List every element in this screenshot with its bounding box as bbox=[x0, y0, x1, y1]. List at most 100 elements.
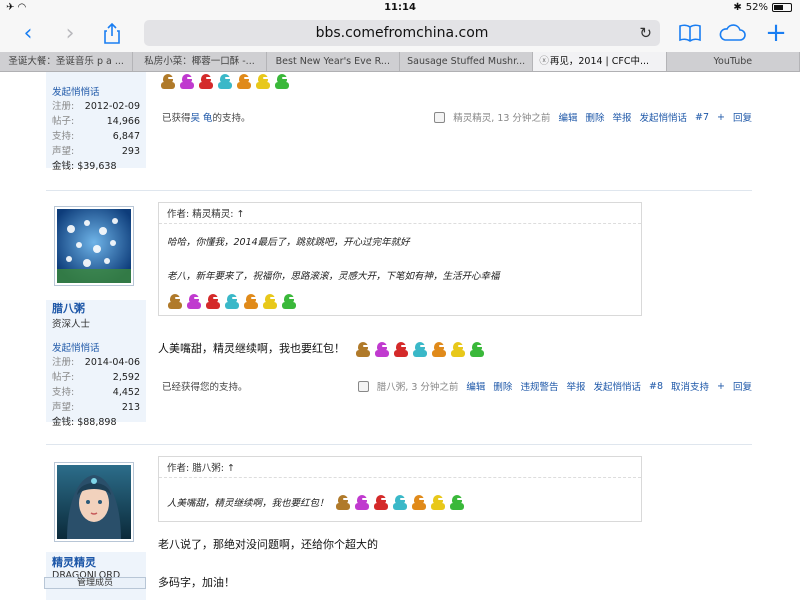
post-separator bbox=[46, 444, 752, 445]
support-text: 已获得 bbox=[162, 113, 191, 124]
tab-bar: 圣诞大餐：圣诞音乐 p a ... 私房小菜：椰蓉一口酥 -... Best N… bbox=[0, 52, 800, 72]
post3-username[interactable]: 精灵精灵 bbox=[46, 552, 146, 570]
emoticon-icon bbox=[449, 494, 465, 510]
emoticon-icon bbox=[160, 73, 176, 89]
support-text: 的支持。 bbox=[212, 113, 251, 124]
post3-role-badge: 管理成员 bbox=[44, 577, 146, 589]
cancel-support-link[interactable]: 取消支持 bbox=[671, 379, 709, 393]
emoticon-icon bbox=[243, 293, 259, 309]
emoticon-icon bbox=[393, 341, 409, 357]
edit-link[interactable]: 编辑 bbox=[558, 110, 577, 124]
bookmarks-icon[interactable] bbox=[676, 19, 704, 47]
report-link[interactable]: 举报 bbox=[566, 379, 585, 393]
send-message-link[interactable]: 发起悄悄话 bbox=[639, 110, 687, 124]
forward-icon[interactable]: › bbox=[56, 19, 84, 47]
post2-stats: 注册: 2014-04-06 帖子: 2,592 支持: 4,452 声望: 213 金… bbox=[46, 355, 146, 430]
edit-link[interactable]: 编辑 bbox=[466, 379, 485, 393]
post3-message2: 多码字，加油！ bbox=[158, 576, 235, 589]
post2-username[interactable]: 腊八粥 bbox=[46, 300, 146, 316]
tab-5-active[interactable]: ⓧ 再见，2014 | CFC中... bbox=[533, 52, 667, 71]
emoticon-icon bbox=[186, 293, 202, 309]
reply-link[interactable]: 回复 bbox=[733, 379, 752, 393]
emoticon-icon bbox=[431, 341, 447, 357]
emoticon-icon bbox=[205, 293, 221, 309]
stat-value: 6,847 bbox=[112, 131, 140, 142]
delete-link[interactable]: 删除 bbox=[493, 379, 512, 393]
send-message-link[interactable]: 发起悄悄话 bbox=[593, 379, 641, 393]
supporter-link[interactable]: 吴 龟 bbox=[191, 113, 213, 124]
emoticon-icon bbox=[374, 341, 390, 357]
emoticon-icon bbox=[224, 293, 240, 309]
post2-send-message-link[interactable]: 发起悄悄话 bbox=[52, 343, 100, 354]
emoticon-icon bbox=[354, 494, 370, 510]
emoticon-icon bbox=[198, 73, 214, 89]
stat-value: 4,452 bbox=[112, 387, 140, 398]
post2-support-line: 已经获得您的支持。 bbox=[162, 382, 248, 393]
emoticon-icon bbox=[469, 341, 485, 357]
select-checkbox[interactable] bbox=[357, 380, 369, 392]
post2-message: 人美嘴甜，精灵继续啊，我也要红包！ bbox=[158, 340, 488, 357]
add-support-link[interactable]: + bbox=[717, 381, 725, 392]
status-time: 11:14 bbox=[384, 2, 416, 13]
post-meta: 腊八粥, 3 分钟之前 bbox=[376, 382, 459, 393]
post1-send-message-link[interactable]: 发起悄悄话 bbox=[52, 87, 100, 98]
share-icon[interactable] bbox=[98, 19, 126, 47]
post2-quote-header[interactable]: 作者: 精灵精灵: ↑ bbox=[159, 203, 641, 224]
post-number-link[interactable]: #8 bbox=[649, 381, 663, 392]
post2-actions: 腊八粥, 3 分钟之前 编辑 删除 违规警告 举报 发起悄悄话 #8 取消支持 … bbox=[357, 379, 752, 393]
url-bar[interactable]: bbs.comefromchina.com ↻ bbox=[144, 20, 660, 46]
tab-2[interactable]: 私房小菜：椰蓉一口酥 -... bbox=[133, 52, 267, 71]
post2-user-sidebar: 腊八粥 资深人士 发起悄悄话 注册: 2014-04-06 帖子: 2,592 支持… bbox=[46, 300, 146, 428]
emoticon-icon bbox=[392, 494, 408, 510]
post1-emoticons bbox=[160, 70, 293, 89]
warn-link[interactable]: 违规警告 bbox=[520, 379, 558, 393]
tab-6[interactable]: YouTube bbox=[667, 52, 800, 71]
emoticon-icon bbox=[274, 73, 290, 89]
report-link[interactable]: 举报 bbox=[612, 110, 631, 124]
emoticon-icon bbox=[355, 341, 371, 357]
back-icon[interactable]: ‹ bbox=[14, 19, 42, 47]
post2-quote-emoticons bbox=[159, 282, 641, 309]
post3-avatar[interactable] bbox=[54, 462, 134, 542]
new-tab-icon[interactable]: + bbox=[762, 18, 790, 48]
select-checkbox[interactable] bbox=[434, 111, 446, 123]
post1-stats: 注册: 2012-02-09 帖子: 14,966 支持: 6,847 声望: 293 … bbox=[46, 99, 146, 174]
reply-link[interactable]: 回复 bbox=[733, 110, 752, 124]
post2-user-title: 资深人士 bbox=[52, 319, 91, 330]
stat-value: 293 bbox=[121, 146, 140, 157]
emoticon-icon bbox=[430, 494, 446, 510]
post-number-link[interactable]: #7 bbox=[695, 112, 709, 123]
url-text: bbs.comefromchina.com bbox=[315, 25, 489, 41]
post2-footer: 已经获得您的支持。 腊八粥, 3 分钟之前 编辑 删除 违规警告 举报 发起悄悄… bbox=[158, 379, 752, 395]
emoticon-icon bbox=[281, 293, 297, 309]
post2-avatar[interactable] bbox=[54, 206, 134, 286]
emoticon-icon bbox=[412, 341, 428, 357]
reload-icon[interactable]: ↻ bbox=[639, 20, 652, 46]
close-tab-icon[interactable]: ⓧ bbox=[539, 52, 549, 71]
post3-quote-header[interactable]: 作者: 腊八粥: ↑ bbox=[159, 457, 641, 478]
emoticon-icon bbox=[373, 494, 389, 510]
emoticon-icon bbox=[255, 73, 271, 89]
delete-link[interactable]: 删除 bbox=[585, 110, 604, 124]
stat-value: 2012-02-09 bbox=[84, 101, 140, 112]
post3-quote-box: 作者: 腊八粥: ↑ 人美嘴甜，精灵继续啊，我也要红包！ bbox=[158, 456, 642, 522]
post3-quote-line: 人美嘴甜，精灵继续啊，我也要红包！ bbox=[159, 494, 641, 510]
post-separator bbox=[46, 190, 752, 191]
tab-1[interactable]: 圣诞大餐：圣诞音乐 p a ... bbox=[0, 52, 134, 71]
stat-label: 支持: bbox=[52, 387, 75, 398]
tab-3[interactable]: Best New Year's Eve R... bbox=[267, 52, 400, 71]
post2-message-emoticons bbox=[355, 341, 488, 357]
stat-label: 注册: bbox=[52, 357, 75, 368]
stat-label: 帖子: bbox=[52, 372, 75, 383]
post2-quote-box: 作者: 精灵精灵: ↑ 哈哈，你懂我，2014最后了，跳就跳吧，开心过完年就好 … bbox=[158, 202, 642, 316]
add-support-link[interactable]: + bbox=[717, 112, 725, 123]
tab-4[interactable]: Sausage Stuffed Mushr... bbox=[400, 52, 534, 71]
post-meta: 精灵精灵, 13 分钟之前 bbox=[453, 113, 551, 124]
stat-label: 支持: bbox=[52, 131, 75, 142]
stat-money: 金钱: $39,638 bbox=[52, 161, 117, 172]
icloud-tabs-icon[interactable] bbox=[718, 19, 746, 47]
tab-5-label: 再见，2014 | CFC中... bbox=[549, 56, 650, 67]
battery-icon bbox=[772, 3, 792, 12]
browser-toolbar: ‹ › bbs.comefromchina.com ↻ + bbox=[0, 16, 800, 52]
stat-money: 金钱: $88,898 bbox=[52, 417, 117, 428]
